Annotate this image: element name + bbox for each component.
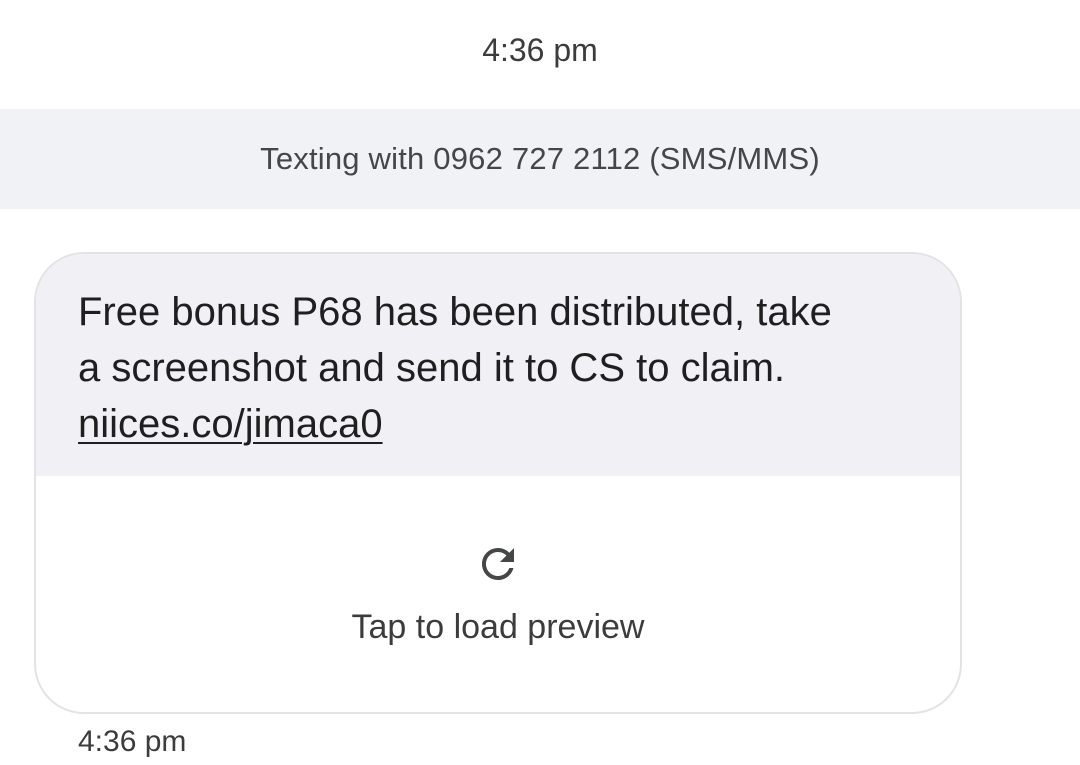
message-line-2: a screenshot and send it to CS to claim. [78, 346, 786, 390]
texting-with-label: Texting with 0962 727 2112 (SMS/MMS) [260, 141, 820, 176]
load-preview-button[interactable]: Tap to load preview [36, 476, 960, 712]
message-timestamp: 4:36 pm [78, 725, 187, 758]
message-line-1: Free bonus P68 has been distributed, tak… [78, 290, 832, 334]
load-preview-label: Tap to load preview [351, 608, 645, 646]
message-link[interactable]: niices.co/jimaca0 [78, 402, 383, 446]
message-body: Free bonus P68 has been distributed, tak… [36, 254, 960, 476]
message-bubble[interactable]: Free bonus P68 has been distributed, tak… [34, 252, 962, 714]
conversation-timestamp: 4:36 pm [482, 32, 598, 68]
texting-with-banner: Texting with 0962 727 2112 (SMS/MMS) [0, 109, 1080, 209]
refresh-icon [482, 548, 514, 580]
